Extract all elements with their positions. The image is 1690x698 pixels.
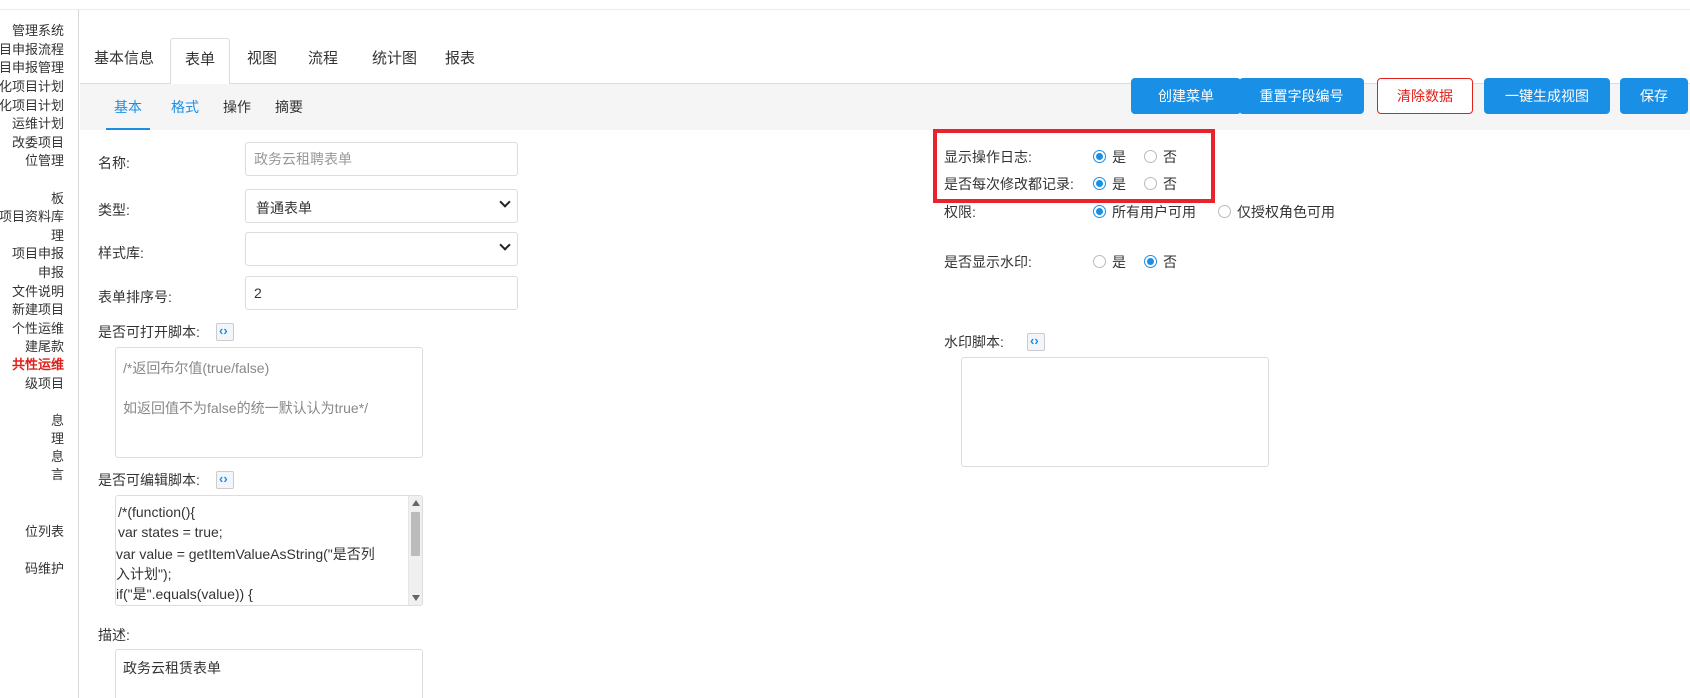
watermark-yes-label: 是	[1112, 254, 1126, 270]
sidebar-item[interactable]: 化项目计划	[0, 97, 64, 115]
sidebar-item[interactable]: 项目申报流程	[0, 41, 64, 59]
chevron-down-icon	[499, 239, 511, 251]
open-script-label: 是否可打开脚本:	[98, 324, 200, 340]
style-label: 样式库:	[98, 245, 144, 261]
tab-basic-info[interactable]: 基本信息	[80, 38, 168, 85]
permission-role-radio[interactable]	[1218, 205, 1231, 218]
style-select[interactable]	[245, 232, 518, 266]
sidebar-item[interactable]: 项目申报管理	[0, 59, 64, 77]
watermark-no-radio[interactable]	[1144, 255, 1157, 268]
subtab-basic[interactable]: 基本	[106, 84, 150, 130]
textarea-scrollbar[interactable]	[408, 496, 422, 605]
top-bar	[0, 0, 1690, 10]
edit-script-label: 是否可编辑脚本:	[98, 472, 200, 488]
order-input[interactable]	[245, 276, 518, 310]
top-tabs: 基本信息 表单 视图 流程 统计图 报表	[80, 28, 1690, 85]
watermark-script-label: 水印脚本:	[944, 334, 1004, 350]
order-label: 表单排序号:	[98, 289, 172, 305]
main-panel: 基本信息 表单 视图 流程 统计图 报表 基本 格式 操作 摘要 创建菜单 重置…	[80, 10, 1690, 698]
sidebar-item[interactable]: 项目申报	[12, 245, 64, 263]
sidebar-item[interactable]: 理	[51, 227, 64, 245]
script-line: 如返回值不为false的统一默认认为true*/	[123, 400, 369, 416]
code-editor-icon[interactable]	[216, 471, 234, 489]
name-input[interactable]	[245, 142, 518, 176]
sidebar-item[interactable]: 理	[51, 430, 64, 448]
script-line: var states = true;	[118, 524, 223, 540]
subtab-summary[interactable]: 摘要	[267, 84, 311, 130]
watermark-no-label: 否	[1163, 254, 1177, 270]
permission-label: 权限:	[944, 204, 976, 220]
subtab-format[interactable]: 格式	[163, 84, 207, 130]
sidebar-item[interactable]: 板	[51, 190, 64, 208]
create-menu-button[interactable]: 创建菜单	[1131, 78, 1241, 114]
tab-report[interactable]: 报表	[431, 38, 489, 85]
sidebar-item[interactable]: 息	[51, 412, 64, 430]
tab-flow[interactable]: 流程	[294, 38, 352, 85]
code-editor-icon[interactable]	[216, 323, 234, 341]
open-script-textarea[interactable]: /*返回布尔值(true/false) 如返回值不为false的统一默认认为tr…	[115, 347, 423, 458]
watermark-label: 是否显示水印:	[944, 254, 1032, 270]
sidebar-item[interactable]: 个性运维	[12, 320, 64, 338]
clear-data-button[interactable]: 清除数据	[1377, 78, 1473, 114]
sidebar-item[interactable]: 建尾款	[25, 338, 64, 356]
sidebar: 管理系统 项目申报流程 项目申报管理 息化项目计划 化项目计划 运维计划 改委项…	[0, 10, 79, 698]
subtab-operation[interactable]: 操作	[215, 84, 259, 130]
description-text: 政务云租赁表单	[123, 660, 221, 676]
script-line: var value = getItemValueAsString("是否列	[116, 546, 375, 562]
sidebar-item[interactable]: 级项目	[25, 375, 64, 393]
scroll-thumb[interactable]	[411, 512, 420, 556]
script-line: /*返回布尔值(true/false)	[123, 360, 270, 376]
sidebar-item[interactable]: 文件说明	[12, 283, 64, 301]
permission-role-label: 仅授权角色可用	[1237, 204, 1335, 220]
sidebar-item[interactable]: 新建项目	[12, 301, 64, 319]
scroll-down-icon[interactable]	[412, 595, 420, 601]
edit-script-textarea[interactable]: /*(function(){ var states = true; var va…	[115, 495, 423, 606]
tab-chart[interactable]: 统计图	[358, 38, 431, 85]
sidebar-item-active[interactable]: 共性运维	[12, 356, 64, 374]
watermark-yes-radio[interactable]	[1093, 255, 1106, 268]
type-select-value: 普通表单	[256, 200, 312, 216]
sidebar-item[interactable]: 言	[51, 466, 64, 484]
type-select[interactable]: 普通表单	[245, 189, 518, 223]
script-line: /*(function(){	[118, 504, 196, 520]
permission-all-label: 所有用户可用	[1112, 204, 1196, 220]
sidebar-item[interactable]: 位列表	[25, 523, 64, 541]
sidebar-item[interactable]: 运维计划	[12, 115, 64, 133]
scroll-up-icon[interactable]	[412, 500, 420, 506]
sidebar-item[interactable]: 息化项目计划	[0, 78, 64, 96]
sidebar-item[interactable]: 项目资料库	[0, 208, 64, 226]
sidebar-item[interactable]: 位管理	[25, 152, 64, 170]
generate-view-button[interactable]: 一键生成视图	[1484, 78, 1610, 114]
highlight-box	[933, 129, 1215, 203]
watermark-script-textarea[interactable]	[961, 357, 1269, 467]
script-line: 入计划");	[116, 566, 172, 582]
tab-view[interactable]: 视图	[233, 38, 291, 85]
code-editor-icon[interactable]	[1027, 333, 1045, 351]
sidebar-item[interactable]: 息	[51, 448, 64, 466]
sidebar-item[interactable]: 管理系统	[12, 22, 64, 40]
description-label: 描述:	[98, 627, 130, 643]
save-button[interactable]: 保存	[1620, 78, 1688, 114]
reset-field-number-button[interactable]: 重置字段编号	[1239, 78, 1364, 114]
description-textarea[interactable]: 政务云租赁表单	[115, 649, 423, 698]
type-label: 类型:	[98, 202, 130, 218]
name-label: 名称:	[98, 155, 130, 171]
sidebar-item[interactable]: 码维护	[25, 560, 64, 578]
tab-form[interactable]: 表单	[170, 38, 231, 85]
script-line: if("是".equals(value)) {	[116, 586, 253, 602]
sidebar-item[interactable]: 改委项目	[12, 134, 64, 152]
sidebar-item[interactable]: 申报	[38, 264, 64, 282]
permission-all-radio[interactable]	[1093, 205, 1106, 218]
chevron-down-icon	[499, 196, 511, 208]
